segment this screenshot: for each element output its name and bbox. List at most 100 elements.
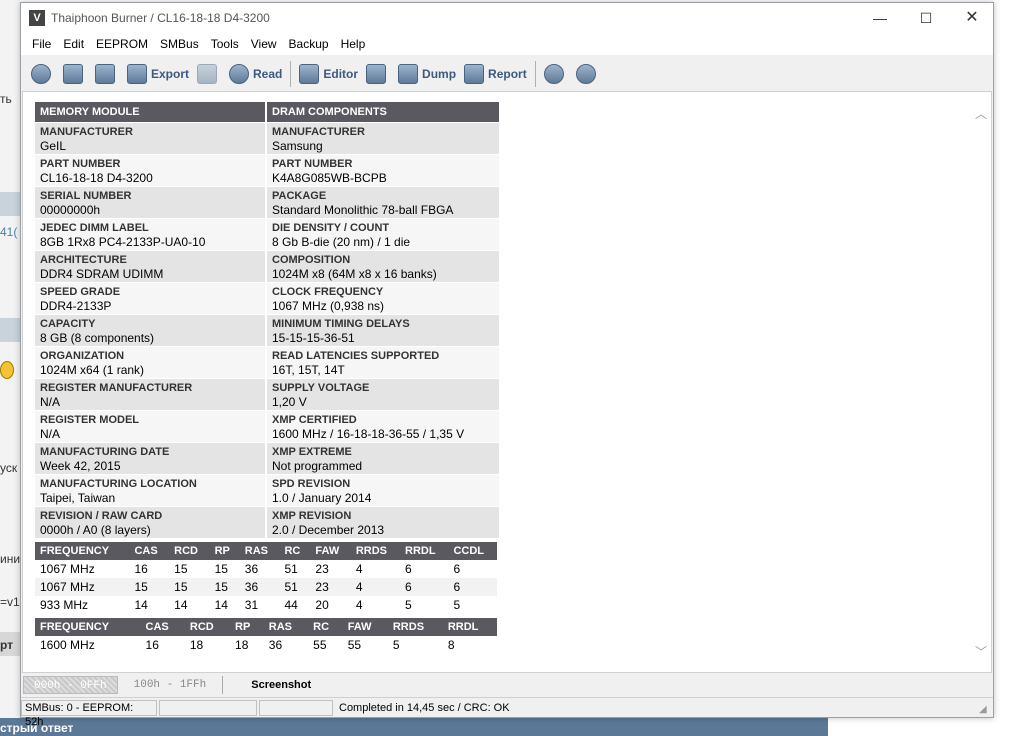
open-button[interactable]	[59, 60, 91, 88]
module-info-cell: SERIAL NUMBER 00000000h	[35, 186, 265, 218]
screenshot-button[interactable]	[540, 60, 572, 88]
tab-000h-0ffh[interactable]: 000h - 0FFh	[23, 676, 118, 694]
background-footer: стрый ответ	[0, 718, 828, 736]
table-cell: 6	[405, 562, 412, 576]
field-value: Samsung	[272, 139, 323, 153]
settings-button[interactable]	[27, 60, 59, 88]
module-info-cell: MANUFACTURING DATE Week 42, 2015	[35, 442, 265, 474]
column-header: CCDL	[448, 542, 497, 560]
module-info-cell: PART NUMBER CL16-18-18 D4-3200	[35, 154, 265, 186]
dump-button[interactable]: Dump	[394, 60, 460, 88]
field-value: 1024M x8 (64M x8 x 16 banks)	[272, 267, 437, 281]
table-cell: 6	[400, 578, 449, 596]
menu-file[interactable]: File	[26, 33, 57, 55]
column-header: CAS	[129, 542, 170, 560]
tools-button[interactable]	[362, 60, 394, 88]
menu-eeprom[interactable]: EEPROM	[90, 33, 154, 55]
close-button[interactable]: ✕	[949, 3, 995, 33]
table-cell: 31	[244, 598, 259, 612]
status-smbus: SMBus: 0 - EEPROM: 52h	[21, 699, 157, 728]
dram-components-header: DRAM COMPONENTS	[267, 102, 499, 122]
spd-info-grid: MEMORY MODULE DRAM COMPONENTS MANUFACTUR…	[35, 102, 499, 538]
menu-view[interactable]: View	[245, 33, 283, 55]
table-cell: 51	[279, 578, 311, 596]
background-band	[0, 192, 20, 216]
menu-backup[interactable]: Backup	[283, 33, 335, 55]
table-body: 1600 MHz 16 18 18 36 55 55 5 8	[35, 636, 497, 654]
lock-button[interactable]	[193, 60, 225, 88]
menu-tools[interactable]: Tools	[205, 33, 245, 55]
jedec-timings-table: FREQUENCY CAS RCD RP RAS RC FAW RRDS RRDL CCDL 10…	[35, 542, 497, 614]
table-cell: 5	[453, 598, 461, 612]
table-cell: 5	[405, 598, 412, 612]
field-value: DDR4 SDRAM UDIMM	[40, 267, 164, 281]
field-label: REVISION / RAW CARD	[40, 510, 163, 522]
save-button[interactable]	[91, 60, 123, 88]
chevron-down-icon[interactable]: ﹀	[973, 644, 989, 660]
field-value: 0000h / A0 (8 layers)	[40, 523, 151, 537]
dram-info-cell: DIE DENSITY / COUNT 8 Gb B-die (20 nm) / …	[267, 218, 499, 250]
tab-100h-1ffh[interactable]: 100h - 1FFh	[124, 676, 217, 694]
read-button[interactable]: Read	[225, 60, 286, 88]
background-band	[0, 318, 20, 342]
table-cell: 55	[347, 638, 362, 652]
minimize-button[interactable]: —	[857, 3, 903, 33]
editor-label: Editor	[323, 67, 359, 81]
report-button[interactable]: Report	[460, 60, 531, 88]
table-cell: 23	[315, 562, 329, 576]
chevron-up-icon[interactable]: ︿	[973, 106, 989, 122]
field-value: GeIL	[40, 139, 67, 153]
book-icon	[398, 64, 419, 84]
column-header: RCD	[184, 618, 231, 636]
refresh-icon	[575, 64, 596, 84]
menu-edit[interactable]: Edit	[57, 33, 90, 55]
background-app: ть 41( уск ини =v1 рт	[0, 0, 20, 736]
maximize-button[interactable]: ☐	[903, 3, 949, 33]
table-cell: 36	[268, 638, 283, 652]
dram-info-cell: PART NUMBER K4A8G085WB-BCPB	[267, 154, 499, 186]
resize-grip-icon[interactable]: ◢	[979, 704, 991, 716]
field-label: SUPPLY VOLTAGE	[272, 382, 370, 394]
vertical-scrollbar[interactable]: ︿ ﹀	[971, 92, 991, 672]
field-label: PACKAGE	[272, 190, 327, 202]
dram-info-cell: SUPPLY VOLTAGE 1,20 V	[267, 378, 499, 410]
dram-info-cell: READ LATENCIES SUPPORTED 16T, 15T, 14T	[267, 346, 499, 378]
column-header: RP	[209, 542, 240, 560]
module-info-cell: ARCHITECTURE DDR4 SDRAM UDIMM	[35, 250, 265, 282]
menu-smbus[interactable]: SMBus	[154, 33, 205, 55]
dram-info-cell: MINIMUM TIMING DELAYS 15-15-15-36-51	[267, 314, 499, 346]
document-icon	[299, 64, 320, 84]
module-info-cell: REGISTER MANUFACTURER N/A	[35, 378, 265, 410]
dram-info-cell: XMP REVISION 2.0 / December 2013	[267, 506, 499, 538]
table-cell: 4	[350, 578, 401, 596]
field-value: 1024M x64 (1 rank)	[40, 363, 145, 377]
report-panel: MEMORY MODULE DRAM COMPONENTS MANUFACTUR…	[22, 91, 992, 673]
field-label: ORGANIZATION	[40, 350, 125, 362]
editor-button[interactable]: Editor	[295, 60, 362, 88]
table-cell: 16	[145, 638, 159, 652]
export-button[interactable]: Export	[123, 60, 193, 88]
field-value: 1600 MHz / 16-18-18-36-55 / 1,35 V	[272, 427, 465, 441]
field-value: N/A	[40, 395, 61, 409]
field-label: XMP EXTREME	[272, 446, 352, 458]
column-header: RRDL	[400, 542, 449, 560]
column-header: FREQUENCY	[35, 618, 141, 636]
column-header: RCD	[169, 542, 210, 560]
export-label: Export	[151, 67, 190, 81]
refresh-button[interactable]	[572, 60, 604, 88]
export-icon	[127, 64, 147, 84]
tab-screenshot[interactable]: Screenshot	[222, 676, 321, 694]
table-cell: 1600 MHz	[40, 638, 95, 652]
dram-info-cell: PACKAGE Standard Monolithic 78-ball FBGA	[267, 186, 499, 218]
menu-help[interactable]: Help	[335, 33, 372, 55]
field-label: SERIAL NUMBER	[40, 190, 132, 202]
window-title: Thaiphoon Burner / CL16-18-18 D4-3200	[51, 11, 270, 25]
field-label: MANUFACTURING DATE	[40, 446, 170, 458]
title-bar[interactable]: V Thaiphoon Burner / CL16-18-18 D4-3200 …	[21, 3, 993, 33]
table-header-row: FREQUENCY CAS RCD RP RAS RC FAW RRDS RRDL CCDL	[35, 542, 497, 560]
field-value: 1067 MHz (0,938 ns)	[272, 299, 385, 313]
dump-label: Dump	[422, 67, 457, 81]
memory-module-header: MEMORY MODULE	[35, 102, 265, 122]
dram-info-cell: COMPOSITION 1024M x8 (64M x8 x 16 banks)	[267, 250, 499, 282]
background-text: ини	[0, 552, 20, 566]
